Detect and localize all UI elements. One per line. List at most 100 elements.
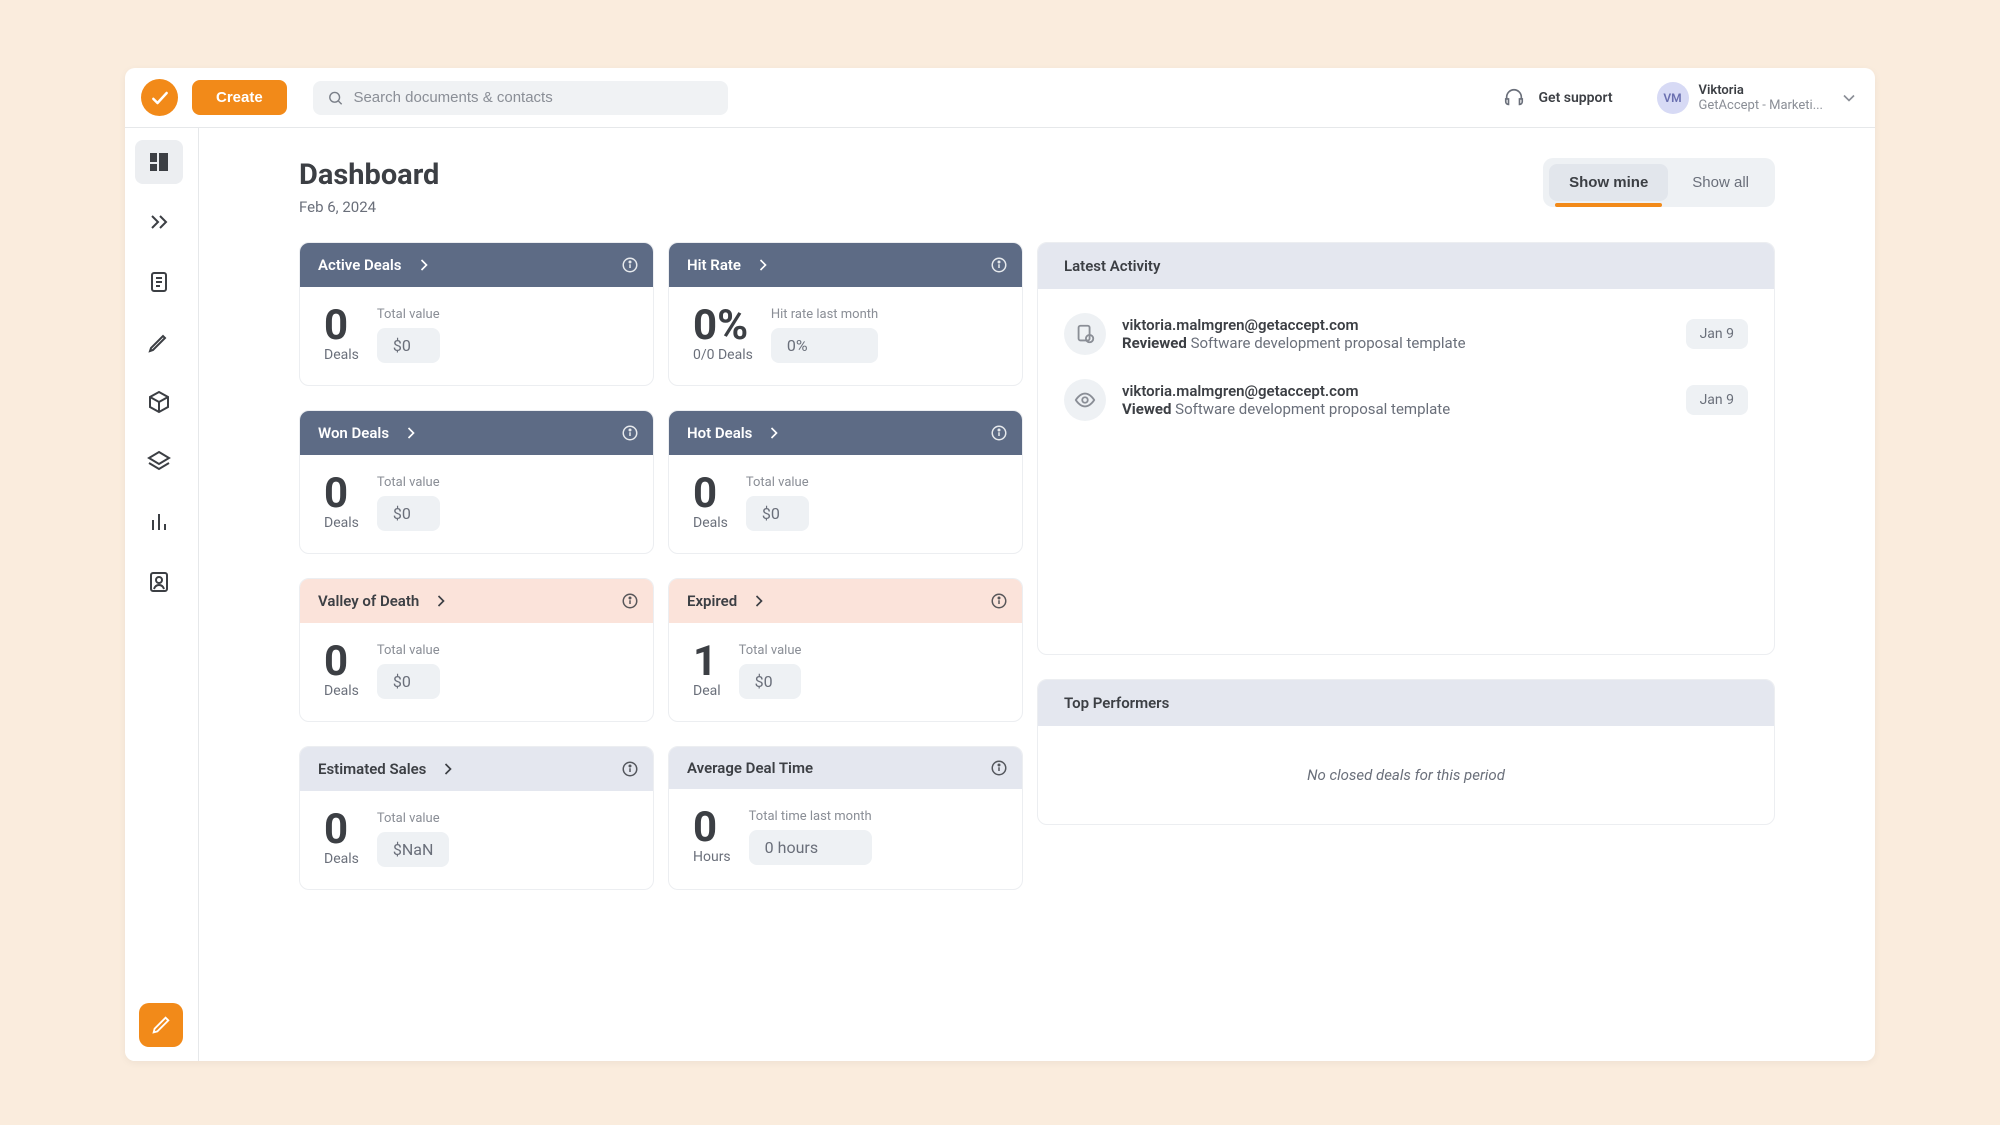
app-window: Create Get support VM Viktoria GetAccept… <box>125 68 1875 1061</box>
bar-chart-icon <box>147 510 171 534</box>
mini-label: Total value <box>739 643 802 658</box>
user-meta: Viktoria GetAccept - Marketi... <box>1699 83 1823 113</box>
toggle-show-all[interactable]: Show all <box>1672 164 1769 201</box>
info-icon[interactable] <box>621 760 639 778</box>
chevron-right-icon <box>431 591 451 611</box>
card-active-deals[interactable]: Active Deals 0 Deals Total valu <box>299 242 654 386</box>
reviewed-icon <box>1064 313 1106 355</box>
avatar: VM <box>1657 82 1689 114</box>
card-title: Valley of Death <box>318 592 419 610</box>
stat-unit: Deals <box>324 347 359 363</box>
sidebar-item-contacts[interactable] <box>135 560 183 604</box>
info-icon[interactable] <box>990 424 1008 442</box>
activity-item[interactable]: viktoria.malmgren@getaccept.com Reviewed… <box>1058 301 1754 367</box>
activity-email: viktoria.malmgren@getaccept.com <box>1122 316 1670 334</box>
mini-value: 0% <box>771 328 878 363</box>
sidebar-item-pipeline[interactable] <box>135 200 183 244</box>
mini-value: $0 <box>739 664 802 699</box>
stat-unit: Hours <box>693 849 731 865</box>
info-icon[interactable] <box>621 256 639 274</box>
activity-email: viktoria.malmgren@getaccept.com <box>1122 382 1670 400</box>
dashboard-icon <box>147 150 171 174</box>
user-menu[interactable]: VM Viktoria GetAccept - Marketi... <box>1657 82 1859 114</box>
sidebar-item-products[interactable] <box>135 380 183 424</box>
topbar: Create Get support VM Viktoria GetAccept… <box>125 68 1875 128</box>
stat-unit: Deals <box>324 683 359 699</box>
panel-top-performers: Top Performers No closed deals for this … <box>1037 679 1775 825</box>
activity-action: Reviewed <box>1122 334 1187 352</box>
sidebar-item-templates[interactable] <box>135 440 183 484</box>
chevron-right-icon <box>438 759 458 779</box>
stat-unit: Deals <box>693 515 728 531</box>
sidebar-item-sign[interactable] <box>135 320 183 364</box>
sidebar-item-dashboard[interactable] <box>135 140 183 184</box>
stat-unit: Deals <box>324 851 359 867</box>
get-support-button[interactable]: Get support <box>1499 83 1613 113</box>
stat-count: 0% <box>693 305 753 347</box>
info-icon[interactable] <box>990 592 1008 610</box>
chevron-right-icon <box>764 423 784 443</box>
info-icon[interactable] <box>621 424 639 442</box>
mini-value: $0 <box>377 664 440 699</box>
layers-icon <box>147 450 171 474</box>
stat-count: 0 <box>324 641 359 683</box>
activity-action: Viewed <box>1122 400 1171 418</box>
chevron-right-icon <box>414 255 434 275</box>
sidebar <box>125 128 199 1061</box>
document-icon <box>147 270 171 294</box>
toggle-show-mine[interactable]: Show mine <box>1549 164 1668 201</box>
info-icon[interactable] <box>621 592 639 610</box>
card-valley-of-death[interactable]: Valley of Death 0 Deals Total v <box>299 578 654 722</box>
sidebar-item-documents[interactable] <box>135 260 183 304</box>
mini-label: Hit rate last month <box>771 307 878 322</box>
card-hit-rate[interactable]: Hit Rate 0% 0/0 Deals Hit rate <box>668 242 1023 386</box>
info-icon[interactable] <box>990 256 1008 274</box>
search-input[interactable] <box>353 89 713 106</box>
search-input-wrap[interactable] <box>313 81 728 115</box>
page-title: Dashboard <box>299 158 439 192</box>
mini-label: Total value <box>377 475 440 490</box>
top-performers-empty: No closed deals for this period <box>1038 726 1774 824</box>
app-logo[interactable] <box>141 79 178 116</box>
user-name: Viktoria <box>1699 83 1823 98</box>
stat-count: 0 <box>693 807 731 849</box>
card-avg-deal-time[interactable]: Average Deal Time 0 Hours Total time las… <box>668 746 1023 890</box>
mini-value: $NaN <box>377 832 450 867</box>
card-title: Hot Deals <box>687 424 752 442</box>
stat-count: 0 <box>324 305 359 347</box>
chevron-right-icon <box>401 423 421 443</box>
contact-icon <box>147 570 171 594</box>
fab-button[interactable] <box>139 1003 183 1047</box>
stat-unit: 0/0 Deals <box>693 347 753 363</box>
card-estimated-sales[interactable]: Estimated Sales 0 Deals Total v <box>299 746 654 890</box>
activity-doc: Software development proposal template <box>1191 334 1466 352</box>
main-content: Dashboard Feb 6, 2024 Show mine Show all… <box>199 128 1875 1061</box>
mini-label: Total value <box>746 475 809 490</box>
page-date: Feb 6, 2024 <box>299 198 439 216</box>
search-icon <box>327 89 344 107</box>
card-hot-deals[interactable]: Hot Deals 0 Deals Total value <box>668 410 1023 554</box>
info-icon[interactable] <box>990 759 1008 777</box>
panel-title: Latest Activity <box>1038 243 1774 289</box>
mini-label: Total value <box>377 307 440 322</box>
card-title: Active Deals <box>318 256 402 274</box>
card-won-deals[interactable]: Won Deals 0 Deals Total value <box>299 410 654 554</box>
sidebar-item-analytics[interactable] <box>135 500 183 544</box>
pipeline-icon <box>147 210 171 234</box>
create-button[interactable]: Create <box>192 80 287 115</box>
panel-latest-activity: Latest Activity viktoria.malmgren@getacc… <box>1037 242 1775 655</box>
card-title: Average Deal Time <box>687 759 813 777</box>
card-title: Won Deals <box>318 424 389 442</box>
activity-item[interactable]: viktoria.malmgren@getaccept.com Viewed S… <box>1058 367 1754 433</box>
user-org: GetAccept - Marketi... <box>1699 98 1823 113</box>
mini-label: Total time last month <box>749 809 872 824</box>
activity-date: Jan 9 <box>1686 319 1748 349</box>
stat-count: 1 <box>693 641 721 683</box>
mini-value: $0 <box>377 328 440 363</box>
card-expired[interactable]: Expired 1 Deal Total value <box>668 578 1023 722</box>
chevron-down-icon <box>1839 88 1859 108</box>
mini-value: 0 hours <box>749 830 872 865</box>
edit-icon <box>150 1014 172 1036</box>
stat-unit: Deals <box>324 515 359 531</box>
activity-date: Jan 9 <box>1686 385 1748 415</box>
